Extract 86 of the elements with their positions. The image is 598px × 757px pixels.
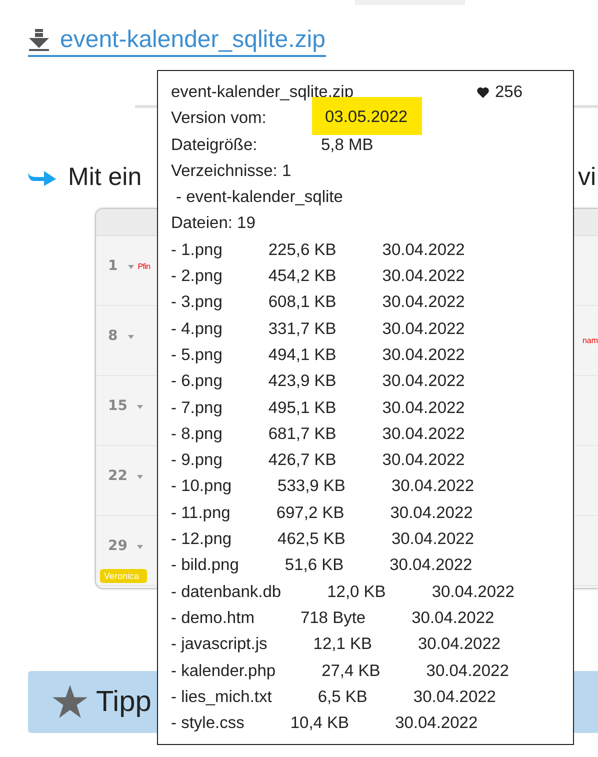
size-label: Dateigröße: <box>171 134 258 156</box>
file-name: - style.css <box>171 713 244 734</box>
file-name: - 9.png <box>171 450 222 472</box>
file-date: 30.04.2022 <box>391 529 474 550</box>
file-size: 331,7 KB <box>268 318 336 340</box>
folder-name: - event-kalender_sqlite <box>176 187 343 208</box>
size-value: 5,8 MB <box>321 134 374 156</box>
day-number: 22 <box>108 468 128 484</box>
caret-icon <box>128 262 134 271</box>
file-size: 12,1 KB <box>313 634 372 656</box>
caret-icon <box>128 332 134 341</box>
file-name: - lies_mich.txt <box>171 686 272 708</box>
file-name: - kalender.php <box>171 660 276 682</box>
file-date: 30.04.2022 <box>382 398 465 419</box>
day-number: 8 <box>108 328 118 344</box>
file-name: - 6.png <box>171 371 222 392</box>
day-number: 1 <box>108 258 118 274</box>
file-date: 30.04.2022 <box>390 555 472 576</box>
file-name: - 4.png <box>171 318 222 340</box>
file-size: 10,4 KB <box>290 713 350 734</box>
file-size: 681,7 KB <box>268 424 336 445</box>
file-size: 495,1 KB <box>268 398 336 419</box>
file-name: - 3.png <box>171 292 222 314</box>
download-icon <box>28 29 50 51</box>
file-name: - 10.png <box>171 476 232 498</box>
file-size: 462,5 KB <box>278 529 346 550</box>
file-date: 30.04.2022 <box>382 344 465 366</box>
arrow-icon <box>28 168 56 186</box>
file-date: 30.04.2022 <box>382 292 465 314</box>
event-label: Pfin <box>138 262 150 271</box>
folders-label: Verzeichnisse: 1 <box>171 160 292 182</box>
file-date: 30.04.2022 <box>432 582 514 603</box>
file-size: 494,1 KB <box>268 344 336 366</box>
file-name: - 5.png <box>171 344 222 366</box>
file-size: 6,5 KB <box>318 686 368 708</box>
file-name: - 2.png <box>171 266 222 288</box>
file-date: 30.04.2022 <box>413 686 496 708</box>
file-size: 454,2 KB <box>268 266 336 288</box>
file-size: 718 Byte <box>300 608 366 629</box>
intro-text: Mit ein <box>68 162 142 192</box>
caret-icon <box>137 472 144 481</box>
file-size: 225,6 KB <box>268 240 336 261</box>
file-date: 30.04.2022 <box>412 608 494 629</box>
file-size: 426,7 KB <box>268 450 336 472</box>
file-date: 30.04.2022 <box>382 424 465 445</box>
file-date: 30.04.2022 <box>390 502 473 524</box>
caret-icon <box>137 542 144 551</box>
file-name: - demo.htm <box>171 608 254 629</box>
file-size: 27,4 KB <box>322 660 380 682</box>
file-size: 51,6 KB <box>284 555 344 576</box>
file-date: 30.04.2022 <box>382 266 465 288</box>
event-label: nam <box>582 336 598 345</box>
intro-text: vi <box>578 162 596 192</box>
day-number: 15 <box>108 398 128 414</box>
file-date: 30.04.2022 <box>382 371 465 392</box>
file-name: - 1.png <box>171 240 222 261</box>
file-date: 30.04.2022 <box>418 634 501 656</box>
file-name: - javascript.js <box>171 634 268 656</box>
like-count: 256 <box>495 82 523 103</box>
file-date: 30.04.2022 <box>382 240 465 261</box>
heart-icon <box>477 86 489 98</box>
download-link[interactable]: event-kalender_sqlite.zip <box>28 26 326 57</box>
file-date: 30.04.2022 <box>382 318 465 340</box>
file-size: 533,9 KB <box>278 476 346 498</box>
file-name: - 12.png <box>171 529 232 550</box>
file-size: 12,0 KB <box>327 582 386 603</box>
star-icon <box>52 685 88 719</box>
file-date: 30.04.2022 <box>395 713 478 734</box>
file-date: 30.04.2022 <box>382 450 465 472</box>
file-size: 608,1 KB <box>268 292 336 314</box>
day-number: 29 <box>108 538 128 554</box>
event-tag: Veronica <box>100 569 148 583</box>
tip-heading: Tipp <box>96 686 152 718</box>
file-date: 30.04.2022 <box>426 660 509 682</box>
file-name: - bild.png <box>171 555 239 576</box>
caret-icon <box>137 402 144 411</box>
file-name: - datenbank.db <box>171 582 282 603</box>
file-date: 30.04.2022 <box>391 476 474 498</box>
file-name: - 7.png <box>171 398 222 419</box>
file-size: 423,9 KB <box>268 371 336 392</box>
version-label: Version vom: <box>171 108 268 130</box>
file-name: - 11.png <box>171 502 230 524</box>
files-label: Dateien: 19 <box>171 213 256 234</box>
file-size: 697,2 KB <box>276 502 344 524</box>
file-name: - 8.png <box>171 424 222 445</box>
version-date: 03.05.2022 <box>312 97 422 136</box>
